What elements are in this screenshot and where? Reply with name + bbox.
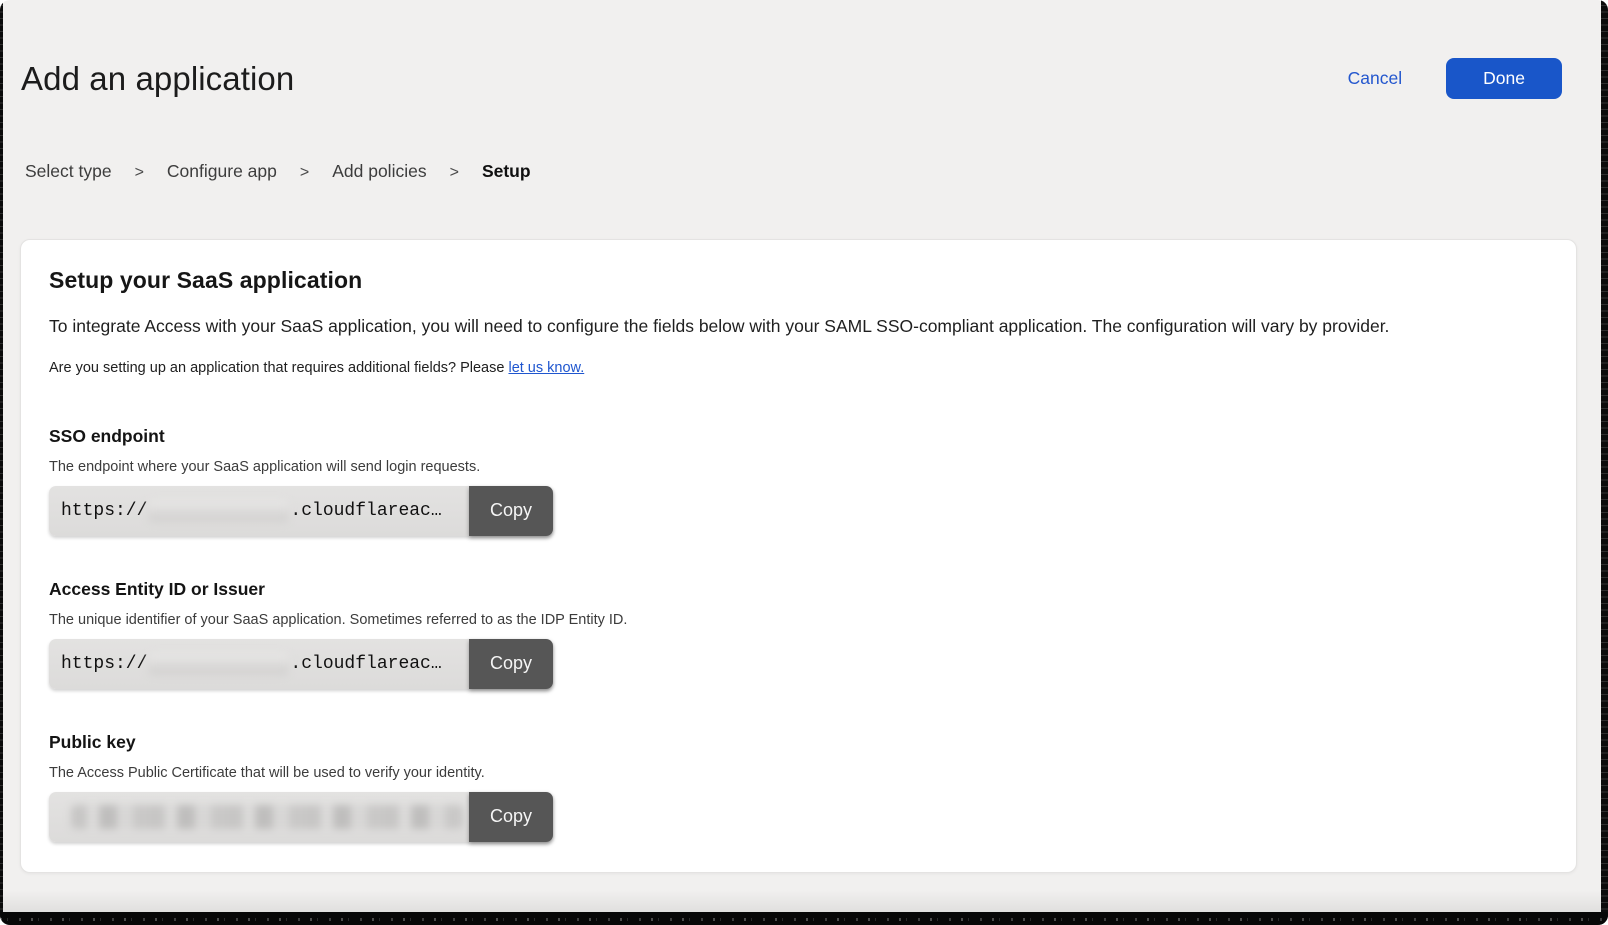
additional-fields-note: Are you setting up an application that r… xyxy=(49,360,1548,376)
breadcrumb-separator: > xyxy=(300,164,309,182)
redacted-value-blur xyxy=(148,500,289,522)
sso-endpoint-value-row: https:// .cloudflareac… Copy xyxy=(49,486,553,536)
card-title: Setup your SaaS application xyxy=(49,267,1548,294)
screenshot-right-edge xyxy=(1601,0,1608,925)
let-us-know-link[interactable]: let us know. xyxy=(508,360,584,376)
breadcrumb-select-type[interactable]: Select type xyxy=(25,161,112,182)
cropped-dark-content-strip xyxy=(0,912,1608,925)
field-description: The endpoint where your SaaS application… xyxy=(49,459,1548,475)
value-prefix: https:// xyxy=(61,501,147,521)
field-description: The unique identifier of your SaaS appli… xyxy=(49,612,1548,628)
add-application-window: Add an application Cancel Done Select ty… xyxy=(0,0,1608,925)
copy-sso-endpoint-button[interactable]: Copy xyxy=(469,486,553,536)
redacted-value-blur xyxy=(148,653,289,675)
cancel-button[interactable]: Cancel xyxy=(1348,68,1402,89)
sso-endpoint-value: https:// .cloudflareac… xyxy=(49,486,469,536)
public-key-value xyxy=(49,792,469,842)
field-label: SSO endpoint xyxy=(49,426,1548,447)
entity-id-value: https:// .cloudflareac… xyxy=(49,639,469,689)
value-suffix: .cloudflareac… xyxy=(290,654,441,674)
copy-entity-id-button[interactable]: Copy xyxy=(469,639,553,689)
breadcrumb-separator: > xyxy=(135,164,144,182)
page-title: Add an application xyxy=(21,59,294,99)
field-description: The Access Public Certificate that will … xyxy=(49,765,1548,781)
public-key-value-row: Copy xyxy=(49,792,553,842)
breadcrumb: Select type > Configure app > Add polici… xyxy=(25,161,1608,182)
field-public-key: Public key The Access Public Certificate… xyxy=(49,732,1548,842)
entity-id-value-row: https:// .cloudflareac… Copy xyxy=(49,639,553,689)
done-button[interactable]: Done xyxy=(1446,58,1562,99)
breadcrumb-add-policies[interactable]: Add policies xyxy=(332,161,426,182)
setup-card: Setup your SaaS application To integrate… xyxy=(20,239,1577,873)
screenshot-left-edge xyxy=(0,0,3,925)
card-intro-text: To integrate Access with your SaaS appli… xyxy=(49,315,1548,339)
page-header: Add an application Cancel Done xyxy=(0,0,1608,99)
field-label: Public key xyxy=(49,732,1548,753)
field-label: Access Entity ID or Issuer xyxy=(49,579,1548,600)
field-sso-endpoint: SSO endpoint The endpoint where your Saa… xyxy=(49,426,1548,536)
field-access-entity-id: Access Entity ID or Issuer The unique id… xyxy=(49,579,1548,689)
note-text: Are you setting up an application that r… xyxy=(49,360,508,376)
breadcrumb-separator: > xyxy=(450,164,459,182)
header-actions: Cancel Done xyxy=(1348,58,1562,99)
breadcrumb-configure-app[interactable]: Configure app xyxy=(167,161,277,182)
breadcrumb-setup-current: Setup xyxy=(482,161,531,182)
copy-public-key-button[interactable]: Copy xyxy=(469,792,553,842)
redacted-value-blur xyxy=(71,805,463,829)
value-suffix: .cloudflareac… xyxy=(290,501,441,521)
bottom-gradient-shadow xyxy=(0,890,1608,912)
value-prefix: https:// xyxy=(61,654,147,674)
